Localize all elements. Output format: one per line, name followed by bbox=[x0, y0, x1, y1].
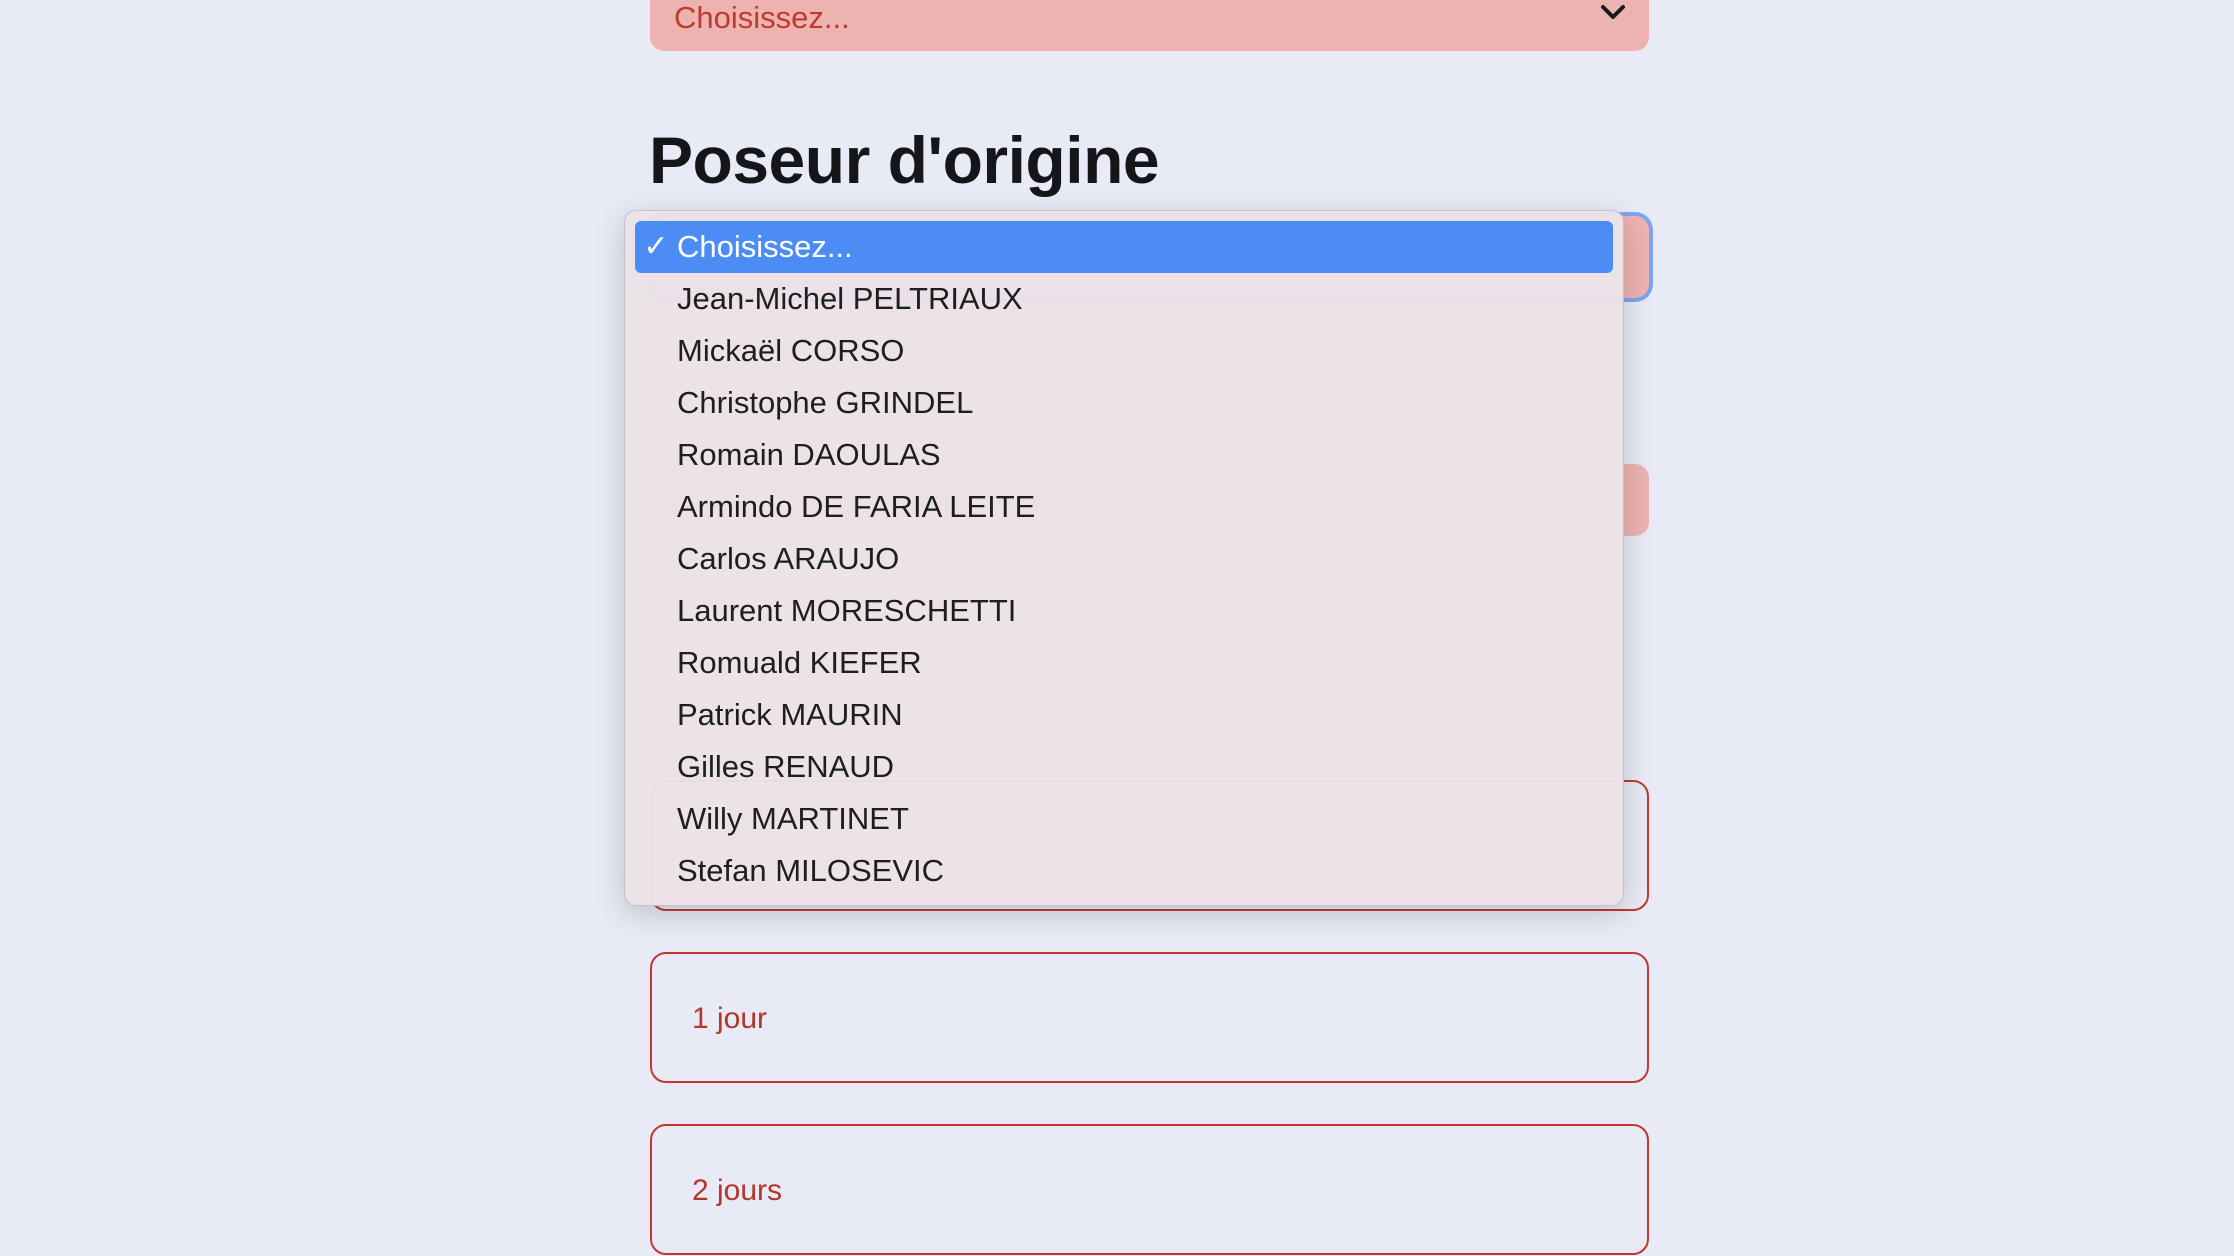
dropdown-option[interactable]: Gilles RENAUD bbox=[635, 741, 1613, 793]
dropdown-option-label: Armindo DE FARIA LEITE bbox=[677, 489, 1036, 524]
dropdown-option-label: Mickaël CORSO bbox=[677, 333, 905, 368]
dropdown-option-label: Laurent MORESCHETTI bbox=[677, 593, 1017, 628]
option-card-2-jours[interactable]: 2 jours bbox=[650, 1124, 1649, 1255]
dropdown-option-label: Romuald KIEFER bbox=[677, 645, 922, 680]
checkmark-icon: ✓ bbox=[643, 230, 669, 263]
option-card-label: 2 jours bbox=[692, 1174, 783, 1207]
top-select-value: Choisissez... bbox=[674, 0, 850, 35]
option-card-1-jour[interactable]: 1 jour bbox=[650, 952, 1649, 1083]
dropdown-option[interactable]: Stefan MILOSEVIC bbox=[635, 845, 1613, 897]
dropdown-option-label: Gilles RENAUD bbox=[677, 749, 895, 784]
dropdown-option-label: Stefan MILOSEVIC bbox=[677, 853, 945, 888]
dropdown-option[interactable]: Carlos ARAUJO bbox=[635, 533, 1613, 585]
dropdown-option-label: Jean-Michel PELTRIAUX bbox=[677, 281, 1023, 316]
dropdown-option[interactable]: Mickaël CORSO bbox=[635, 325, 1613, 377]
dropdown-option[interactable]: Romain DAOULAS bbox=[635, 429, 1613, 481]
dropdown-option-label: Choisissez... bbox=[677, 229, 853, 264]
dropdown-option[interactable]: Romuald KIEFER bbox=[635, 637, 1613, 689]
dropdown-option[interactable]: Willy MARTINET bbox=[635, 793, 1613, 845]
chevron-down-icon bbox=[1601, 5, 1625, 19]
dropdown-option[interactable]: Patrick MAURIN bbox=[635, 689, 1613, 741]
dropdown-option-label: Carlos ARAUJO bbox=[677, 541, 900, 576]
dropdown-option[interactable]: Jean-Michel PELTRIAUX bbox=[635, 273, 1613, 325]
dropdown-option-label: Christophe GRINDEL bbox=[677, 385, 974, 420]
top-select[interactable]: Choisissez... bbox=[650, 0, 1649, 51]
dropdown-option[interactable]: Armindo DE FARIA LEITE bbox=[635, 481, 1613, 533]
dropdown-option-label: Willy MARTINET bbox=[677, 801, 909, 836]
section-title: Poseur d'origine bbox=[649, 123, 1160, 197]
dropdown-option[interactable]: Laurent MORESCHETTI bbox=[635, 585, 1613, 637]
dropdown-option[interactable]: ✓ Choisissez... bbox=[635, 221, 1613, 273]
dropdown-option-label: Patrick MAURIN bbox=[677, 697, 903, 732]
option-card-label: 1 jour bbox=[692, 1002, 768, 1035]
dropdown-option-label: Romain DAOULAS bbox=[677, 437, 941, 472]
dropdown-option[interactable]: Christophe GRINDEL bbox=[635, 377, 1613, 429]
poseur-dropdown-list: ✓ Choisissez... Jean-Michel PELTRIAUX Mi… bbox=[624, 210, 1624, 906]
